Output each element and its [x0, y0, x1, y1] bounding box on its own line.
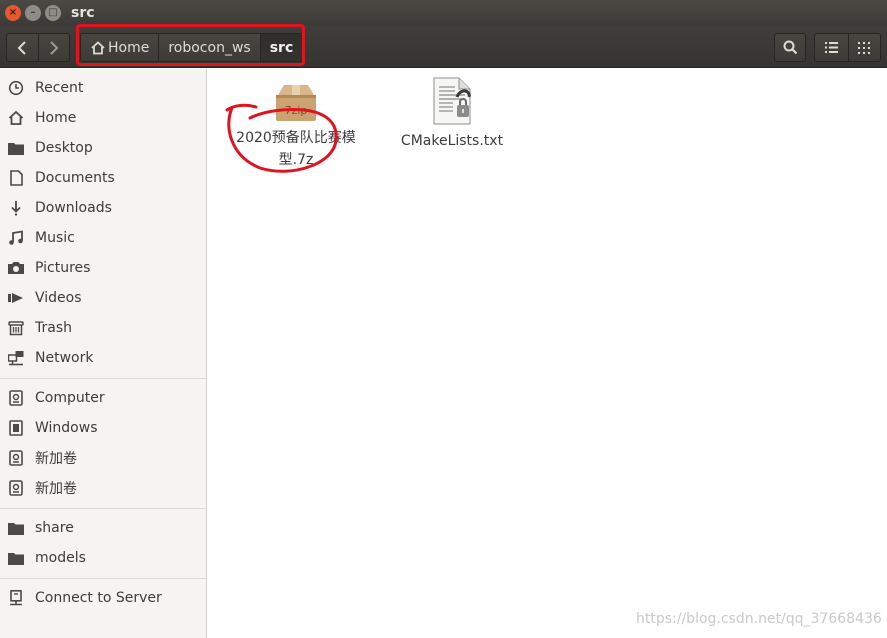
file-name: CMakeLists.txt [400, 133, 504, 149]
sidebar-item-label: Desktop [35, 140, 93, 156]
video-icon [8, 290, 24, 306]
drive-icon [8, 390, 24, 406]
sidebar-item-label: Music [35, 230, 75, 246]
history-nav [6, 33, 70, 62]
folder-icon [8, 520, 24, 536]
drive-icon [8, 480, 24, 496]
sidebar-item-label: Pictures [35, 260, 91, 276]
music-icon [8, 230, 24, 246]
folder-icon [8, 550, 24, 566]
pathbar-highlight-annotation [76, 24, 305, 66]
sidebar-item-volume-1[interactable]: 新加卷 [0, 443, 206, 473]
sidebar-divider [0, 378, 206, 379]
search-icon [783, 40, 797, 55]
trash-icon [8, 320, 24, 336]
home-icon [8, 110, 24, 126]
sidebar-item-models[interactable]: models [0, 543, 206, 573]
sidebar-item-label: models [35, 550, 86, 566]
sidebar-item-label: Documents [35, 170, 115, 186]
list-view-icon [824, 42, 838, 53]
sidebar-item-computer[interactable]: Computer [0, 383, 206, 413]
sidebar-item-label: Connect to Server [35, 590, 162, 606]
camera-icon [8, 260, 24, 276]
maximize-window-button[interactable]: □ [45, 5, 61, 21]
document-icon [8, 170, 24, 186]
sidebar-item-volume-2[interactable]: 新加卷 [0, 473, 206, 503]
chevron-right-icon [50, 40, 59, 55]
list-view-button[interactable] [815, 34, 848, 61]
sidebar-divider [0, 508, 206, 509]
sidebar-item-pictures[interactable]: Pictures [0, 253, 206, 283]
watermark: https://blog.csdn.net/qq_37668436 [636, 611, 882, 627]
drive-icon [8, 450, 24, 466]
sidebar-item-documents[interactable]: Documents [0, 163, 206, 193]
sidebar-item-label: Videos [35, 290, 82, 306]
download-icon [8, 200, 24, 216]
grid-view-button[interactable] [847, 34, 881, 61]
sidebar-item-label: Windows [35, 420, 98, 436]
archive-icon: 7zip [276, 85, 316, 121]
sidebar-item-windows[interactable]: Windows [0, 413, 206, 443]
view-switcher [814, 33, 881, 62]
sidebar-item-label: share [35, 520, 74, 536]
chevron-left-icon [18, 40, 27, 55]
network-icon [8, 350, 24, 366]
sidebar-divider [0, 578, 206, 579]
sidebar-item-label: Downloads [35, 200, 112, 216]
sidebar-item-trash[interactable]: Trash [0, 313, 206, 343]
sidebar-item-music[interactable]: Music [0, 223, 206, 253]
sidebar-item-label: Computer [35, 390, 105, 406]
sidebar: Recent Home Desktop Documents Downloads … [0, 69, 207, 638]
sidebar-item-label: Home [35, 110, 77, 126]
window-title: src [71, 5, 95, 21]
title-bar: × – □ src [0, 0, 887, 26]
file-name: 2020预备队比赛模 [236, 130, 356, 146]
sidebar-item-desktop[interactable]: Desktop [0, 133, 206, 163]
back-button[interactable] [7, 34, 38, 61]
sidebar-item-network[interactable]: Network [0, 343, 206, 373]
file-view: 7zip 2020预备队比赛模 型.7z CMakeLists.txt [214, 69, 887, 638]
sidebar-item-share[interactable]: share [0, 513, 206, 543]
grid-view-icon [858, 41, 871, 54]
sidebar-item-label: Trash [35, 320, 72, 336]
file-item-archive[interactable]: 7zip 2020预备队比赛模 型.7z [226, 83, 366, 171]
sidebar-item-label: Network [35, 350, 94, 366]
clock-icon [8, 80, 24, 96]
sidebar-item-connect-to-server[interactable]: Connect to Server [0, 583, 206, 613]
minimize-window-button[interactable]: – [25, 5, 41, 21]
sidebar-item-home[interactable]: Home [0, 103, 206, 133]
sidebar-item-downloads[interactable]: Downloads [0, 193, 206, 223]
file-item-cmakelists[interactable]: CMakeLists.txt [382, 77, 522, 152]
file-name-continued: 型.7z [278, 152, 314, 168]
text-file-locked-icon [433, 77, 471, 125]
sidebar-item-label: Recent [35, 80, 84, 96]
sidebar-item-label: 新加卷 [35, 451, 77, 467]
close-window-button[interactable]: × [5, 5, 21, 21]
sidebar-item-videos[interactable]: Videos [0, 283, 206, 313]
folder-icon [8, 140, 24, 156]
chip-icon [8, 420, 24, 436]
server-icon [8, 590, 24, 606]
archive-icon-label: 7zip [285, 104, 308, 117]
sidebar-item-label: 新加卷 [35, 481, 77, 497]
search-button[interactable] [774, 33, 806, 62]
sidebar-item-recent[interactable]: Recent [0, 73, 206, 103]
forward-button[interactable] [37, 34, 69, 61]
